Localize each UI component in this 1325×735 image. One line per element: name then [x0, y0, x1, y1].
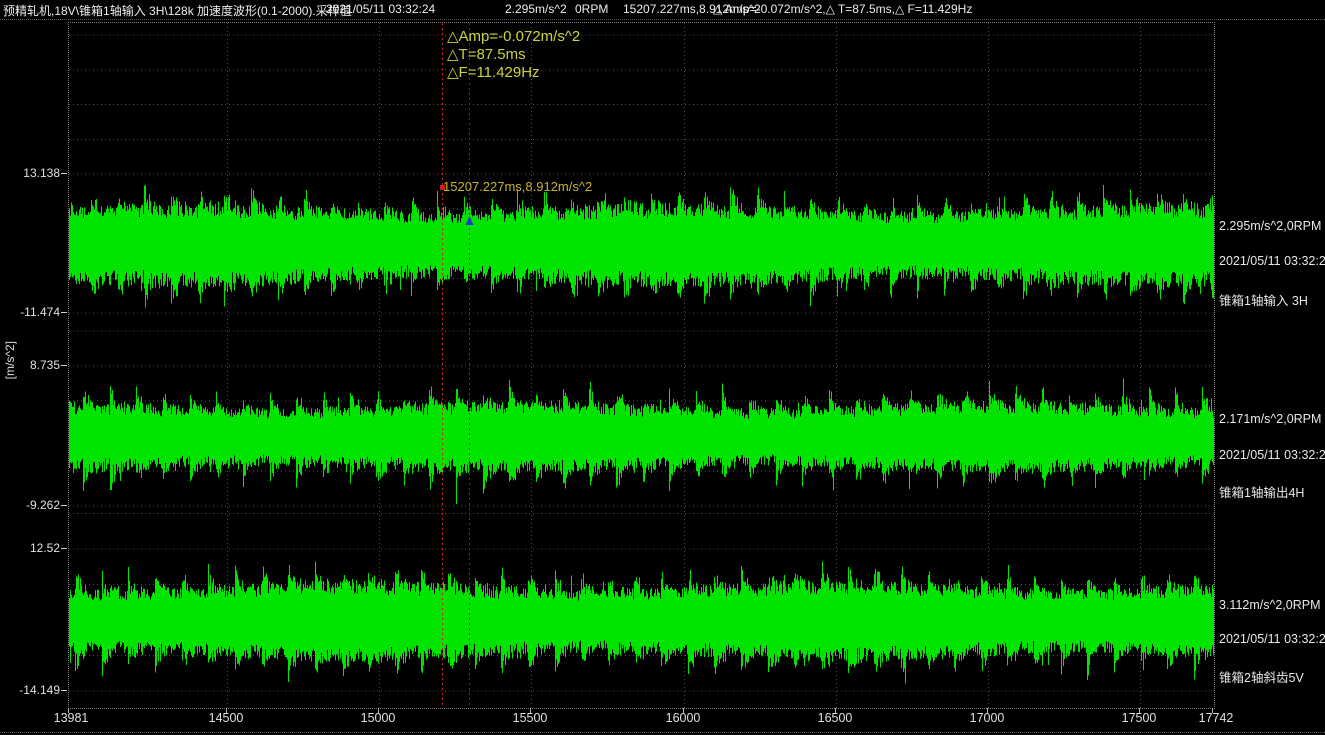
- y-label-trace2-min: -9.262: [0, 498, 60, 512]
- x-label-17000: 17000: [970, 711, 1005, 725]
- x-label-17500: 17500: [1122, 711, 1157, 725]
- channel2-name: 锥箱1轴输出4H: [1219, 482, 1304, 501]
- waveform-trace-2: [70, 379, 1214, 504]
- header-title: 预精轧机,18V\锥箱1轴输入 3H\128k 加速度波形(0.1-2000).…: [3, 2, 352, 19]
- x-label-17742: 17742: [1199, 711, 1234, 725]
- y-label-trace3-min: -14.149: [0, 683, 60, 697]
- x-label-15500: 15500: [513, 711, 548, 725]
- y-tick-mark: [61, 548, 67, 549]
- delta-amp-text: △Amp=-0.072m/s^2: [447, 27, 580, 45]
- header-timestamp: 2021/05/11 03:32:24: [326, 2, 435, 16]
- channel3-name: 锥箱2轴斜齿5V: [1219, 667, 1304, 686]
- y-label-trace1-min: -11.474: [0, 305, 60, 319]
- header-delta-readout: △ Amp=-0.072m/s^2,△ T=87.5ms,△ F=11.429H…: [713, 2, 972, 16]
- y-tick-mark: [61, 505, 67, 506]
- y-tick-mark: [61, 365, 67, 366]
- y-tick-mark: [61, 690, 67, 691]
- waveform-canvas[interactable]: [69, 23, 1214, 708]
- delta-freq-text: △F=11.429Hz: [447, 63, 540, 81]
- x-label-13981: 13981: [54, 711, 89, 725]
- header-amplitude: 2.295m/s^2: [505, 2, 567, 16]
- y-label-trace1-max: 13.138: [0, 166, 60, 180]
- y-tick-mark: [61, 312, 67, 313]
- waveform-trace-3: [70, 561, 1214, 683]
- channel1-reading: 2.295m/s^2,0RPM: [1219, 219, 1321, 233]
- channel1-name: 锥箱1轴输入 3H: [1219, 290, 1308, 309]
- channel3-reading: 3.112m/s^2,0RPM: [1219, 598, 1321, 612]
- cursor-value-label: 15207.227ms,8.912m/s^2: [443, 179, 592, 194]
- x-label-16000: 16000: [666, 711, 701, 725]
- channel1-timestamp: 2021/05/11 03:32:24: [1219, 254, 1325, 268]
- x-label-14500: 14500: [209, 711, 244, 725]
- channel3-timestamp: 2021/05/11 03:32:24: [1219, 632, 1325, 646]
- y-label-trace3-max: 12.52: [0, 541, 60, 555]
- header-rpm: 0RPM: [575, 2, 608, 16]
- channel2-reading: 2.171m/s^2,0RPM: [1219, 412, 1321, 426]
- header-divider: [0, 19, 1325, 20]
- channel2-timestamp: 2021/05/11 03:32:24: [1219, 448, 1325, 462]
- bottom-divider: [0, 732, 1325, 733]
- waveform-trace-1: [70, 185, 1214, 308]
- x-label-16500: 16500: [818, 711, 853, 725]
- y-tick-mark: [61, 173, 67, 174]
- y-label-trace2-max: 8.735: [0, 358, 60, 372]
- x-label-15000: 15000: [361, 711, 396, 725]
- waveform-plot-area[interactable]: [68, 22, 1215, 709]
- delta-time-text: △T=87.5ms: [447, 45, 526, 63]
- waveform-analyzer-screen: { "header": { "title": "预精轧机,18V\\锥箱1轴输入…: [0, 0, 1325, 735]
